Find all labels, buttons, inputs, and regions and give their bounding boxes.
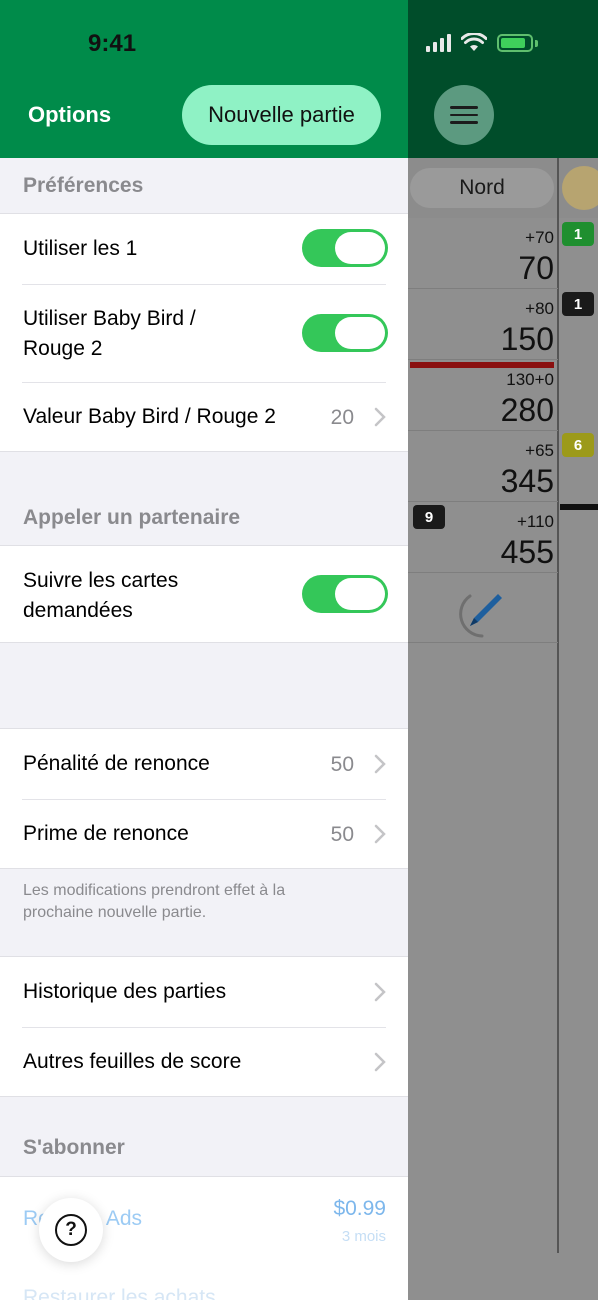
history-group: Historique des parties Autres feuilles d… (0, 956, 408, 1097)
row-use-baby-bird[interactable]: Utiliser Baby Bird / Rouge 2 (0, 284, 408, 383)
new-game-button[interactable]: Nouvelle partie (182, 85, 381, 145)
options-drawer: 9:41 Options Nouvelle partie Préférences… (0, 0, 408, 1300)
section-header-partner: Appeler un partenaire (23, 506, 241, 529)
bid-badge: 6 (562, 433, 594, 457)
pencil-edit-icon[interactable] (456, 588, 508, 640)
row-label: Valeur Baby Bird / Rouge 2 (23, 405, 276, 428)
score-row[interactable]: +80 150 (408, 289, 558, 360)
score-delta: +65 (525, 441, 554, 460)
row-use-ones[interactable]: Utiliser les 1 (0, 214, 408, 285)
red-marker-line (410, 362, 554, 368)
score-total: 345 (500, 463, 554, 499)
row-game-history[interactable]: Historique des parties (0, 957, 408, 1028)
restore-purchases-button[interactable]: Restaurer les achats (23, 1286, 216, 1300)
drawer-header: 9:41 Options Nouvelle partie (0, 0, 408, 158)
row-label: Utiliser Baby Bird / (23, 307, 196, 330)
battery-nub (535, 39, 538, 47)
row-value: 20 (330, 406, 354, 429)
help-button[interactable]: ? (39, 1198, 103, 1262)
page-title: Options (28, 102, 112, 127)
avatar (562, 166, 598, 210)
score-delta: 130+0 (506, 370, 554, 389)
row-label: Utiliser les 1 (23, 237, 138, 260)
score-delta: +70 (525, 228, 554, 247)
toggle-track-cards[interactable] (302, 575, 388, 613)
bid-badge: 1 (562, 222, 594, 246)
row-label: Pénalité de renonce (23, 752, 210, 775)
section-header-preferences: Préférences (23, 174, 144, 197)
score-total: 150 (500, 321, 554, 357)
chevron-right-icon (374, 407, 386, 427)
price-period: 3 mois (341, 1228, 386, 1245)
score-row[interactable]: +70 70 (408, 218, 558, 289)
bid-badge: 1 (562, 292, 594, 316)
hamburger-menu-button[interactable] (434, 85, 494, 145)
partner-group: Suivre les cartes demandées (0, 545, 408, 643)
row-label: Autres feuilles de score (23, 1050, 242, 1073)
footer-note: Les modifications prendront effet à la p… (23, 882, 286, 921)
price-label: $0.99 (333, 1197, 386, 1220)
chevron-right-icon (374, 754, 386, 774)
renege-group: Pénalité de renonce 50 Prime de renonce … (0, 728, 408, 869)
chevron-right-icon (374, 982, 386, 1002)
score-total: 280 (500, 392, 554, 428)
status-icons (426, 33, 538, 53)
preferences-group: Utiliser les 1 Utiliser Baby Bird / Roug… (0, 213, 408, 452)
row-other-scoresheets[interactable]: Autres feuilles de score (0, 1027, 408, 1097)
row-label: Suivre les cartes (23, 569, 179, 592)
row-value: 50 (330, 823, 354, 846)
question-mark-icon: ? (55, 1214, 87, 1246)
toggle-use-ones[interactable] (302, 229, 388, 267)
row-label: Rouge 2 (23, 337, 103, 360)
black-marker-line (560, 504, 598, 510)
score-delta: +110 (516, 512, 554, 531)
row-label: Prime de renonce (23, 822, 189, 845)
row-label: demandées (23, 599, 133, 622)
section-header-subscribe: S'abonner (23, 1136, 125, 1159)
status-time: 9:41 (88, 30, 137, 57)
cellular-signal-icon (426, 34, 451, 52)
battery-icon (497, 34, 533, 52)
score-row[interactable]: 130+0 280 (408, 360, 558, 431)
score-row[interactable]: +65 345 (408, 431, 558, 502)
row-renege-penalty[interactable]: Pénalité de renonce 50 (0, 729, 408, 800)
toggle-baby-bird[interactable] (302, 314, 388, 352)
row-value: 50 (330, 753, 354, 776)
row-baby-bird-value[interactable]: Valeur Baby Bird / Rouge 2 20 (0, 382, 408, 452)
score-total: 70 (518, 250, 554, 286)
chevron-right-icon (374, 1052, 386, 1072)
row-renege-bonus[interactable]: Prime de renonce 50 (0, 799, 408, 869)
row-label: Historique des parties (23, 980, 227, 1003)
chevron-right-icon (374, 824, 386, 844)
wifi-icon (461, 33, 487, 51)
bid-badge: 9 (413, 505, 445, 529)
row-track-cards[interactable]: Suivre les cartes demandées (0, 546, 408, 642)
score-delta: +80 (525, 299, 554, 318)
score-total: 455 (500, 534, 554, 570)
player-column-header[interactable]: Nord (410, 168, 554, 208)
